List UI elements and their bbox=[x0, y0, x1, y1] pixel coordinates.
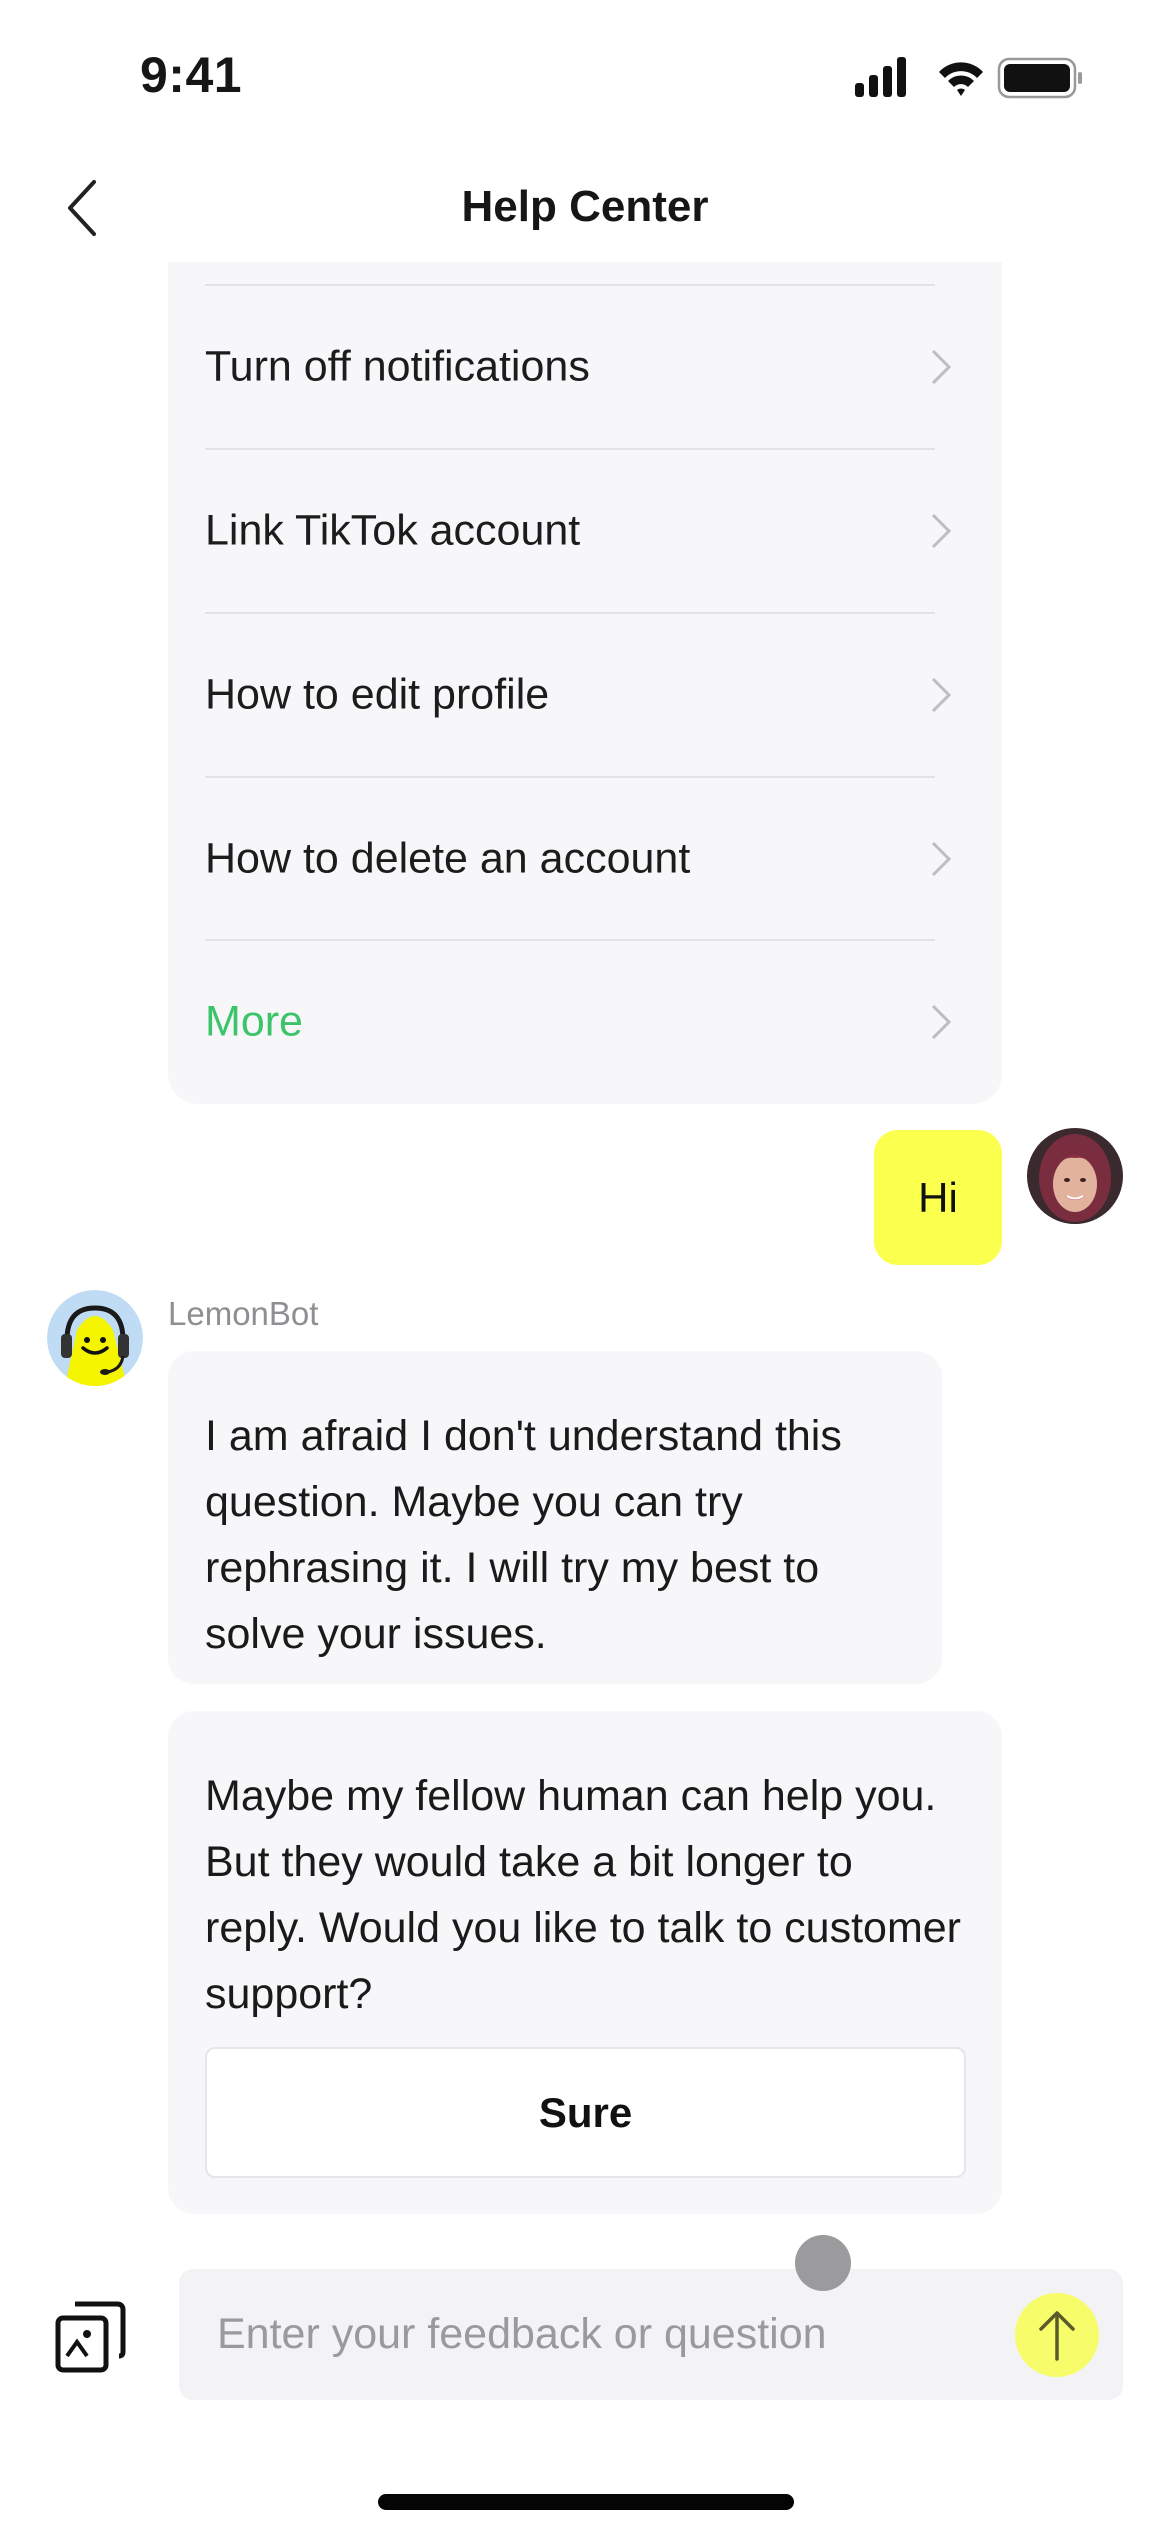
faq-item-label: How to delete an account bbox=[205, 834, 691, 883]
faq-item-label: How to edit profile bbox=[205, 670, 550, 719]
status-icons bbox=[855, 57, 1082, 99]
faq-item-delete-account[interactable]: How to delete an account bbox=[168, 778, 1002, 940]
bot-message-bubble: Maybe my fellow human can help you. But … bbox=[168, 1711, 1002, 2214]
user-message-bubble: Hi bbox=[874, 1130, 1002, 1265]
faq-item-label: Link TikTok account bbox=[205, 506, 581, 555]
battery-icon bbox=[997, 57, 1082, 99]
touch-indicator bbox=[795, 2235, 851, 2291]
faq-card: Turn off notifications Link TikTok accou… bbox=[168, 262, 1002, 1104]
chevron-right-icon bbox=[931, 841, 952, 877]
bot-avatar bbox=[47, 1290, 143, 1386]
bot-message-text: I am afraid I don't understand this ques… bbox=[205, 1412, 842, 1658]
bot-name: LemonBot bbox=[168, 1295, 319, 1332]
page-title: Help Center bbox=[461, 182, 709, 231]
image-gallery-icon[interactable] bbox=[55, 2298, 127, 2374]
faq-item-more[interactable]: More bbox=[168, 941, 1002, 1103]
faq-item-link-tiktok[interactable]: Link TikTok account bbox=[168, 450, 1002, 612]
chevron-right-icon bbox=[931, 677, 952, 713]
bot-message-bubble: I am afraid I don't understand this ques… bbox=[168, 1351, 942, 1684]
faq-item-edit-profile[interactable]: How to edit profile bbox=[168, 614, 1002, 776]
faq-item-turn-off-notifications[interactable]: Turn off notifications bbox=[168, 286, 1002, 448]
wifi-icon bbox=[939, 62, 983, 96]
status-time: 9:41 bbox=[140, 47, 243, 103]
cellular-signal-icon bbox=[855, 57, 906, 97]
chevron-right-icon bbox=[931, 1004, 952, 1040]
faq-item-label: Turn off notifications bbox=[205, 342, 590, 391]
more-link: More bbox=[205, 997, 303, 1046]
chevron-right-icon bbox=[931, 349, 952, 385]
chevron-right-icon bbox=[931, 513, 952, 549]
feedback-input[interactable] bbox=[217, 2269, 977, 2400]
user-avatar[interactable] bbox=[1027, 1128, 1123, 1224]
home-indicator[interactable] bbox=[378, 2494, 794, 2510]
bot-message-text: Maybe my fellow human can help you. But … bbox=[205, 1772, 962, 2018]
composer bbox=[179, 2269, 1123, 2400]
sure-button[interactable]: Sure bbox=[205, 2047, 966, 2178]
send-button[interactable] bbox=[1015, 2293, 1099, 2377]
arrow-up-icon bbox=[1039, 2311, 1075, 2361]
